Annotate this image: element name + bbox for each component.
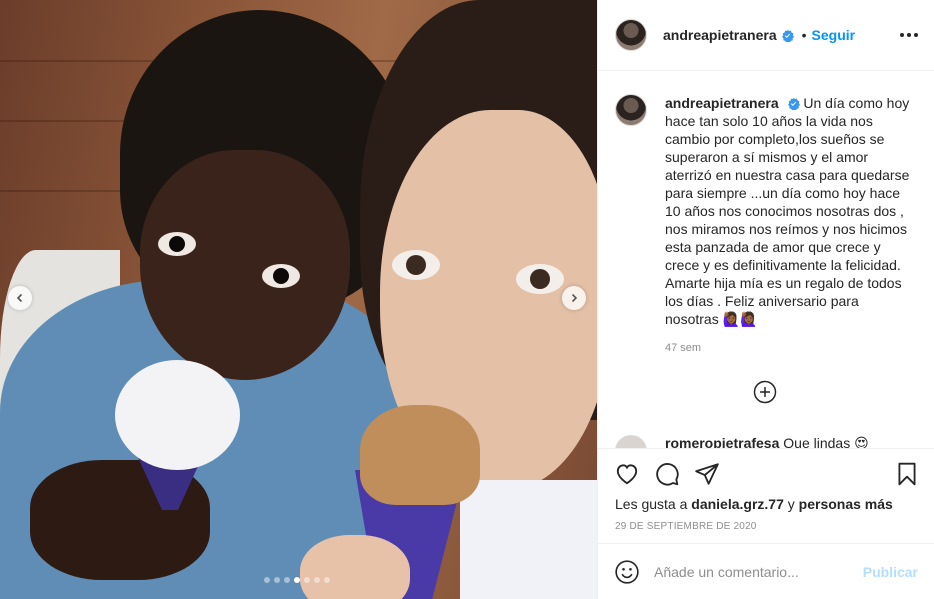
likes-summary: Les gusta a daniela.grz.77 y personas má… — [615, 496, 893, 512]
more-options-icon[interactable] — [900, 33, 918, 37]
photo-eye — [262, 264, 300, 288]
caption-text-block: andreapietranera Un día como hoy hace ta… — [665, 94, 910, 328]
verified-badge-icon — [781, 29, 794, 42]
add-comment-bar: Publicar — [598, 543, 934, 599]
carousel-prev-button[interactable] — [8, 286, 32, 310]
post-photo[interactable] — [0, 0, 597, 599]
photo-ice-cream-scoop — [360, 405, 480, 505]
carousel-dot — [304, 577, 310, 583]
caption: andreapietranera Un día como hoy hace ta… — [598, 72, 934, 328]
caption-age[interactable]: 47 sem — [665, 342, 934, 354]
carousel-dot — [324, 577, 330, 583]
likes-prefix: Les gusta a — [615, 496, 688, 512]
heart-icon[interactable] — [614, 461, 640, 487]
photo-hand — [300, 535, 410, 599]
post-details-panel: andreapietranera • Seguir andreapietrane… — [597, 0, 934, 599]
photo-eye — [516, 264, 564, 294]
comment-item: romeropietrafesa Que lindas 😍 — [615, 435, 869, 448]
caption-username[interactable]: andreapietranera — [665, 95, 779, 111]
caption-text: Un día como hoy hace tan solo 10 años la… — [665, 95, 910, 327]
bookmark-icon[interactable] — [894, 461, 920, 487]
post-header: andreapietranera • Seguir — [598, 0, 934, 71]
photo-eye — [392, 250, 440, 280]
likes-user-link[interactable]: daniela.grz.77 — [691, 496, 784, 512]
chevron-right-icon — [571, 293, 578, 303]
header-username[interactable]: andreapietranera — [663, 27, 777, 43]
comment-input[interactable] — [654, 563, 844, 580]
comment-text-block: romeropietrafesa Que lindas 😍 — [665, 435, 869, 448]
follow-button[interactable]: Seguir — [812, 27, 856, 43]
photo-ice-cream-scoop — [115, 360, 240, 470]
photo-girl-face — [140, 150, 350, 380]
header-separator: • — [801, 27, 807, 43]
carousel-indicator — [264, 577, 330, 583]
carousel-next-button[interactable] — [562, 286, 586, 310]
more-dot — [914, 33, 918, 37]
likes-others-link[interactable]: personas más — [799, 496, 893, 512]
avatar[interactable] — [615, 94, 647, 126]
carousel-dot — [284, 577, 290, 583]
avatar[interactable] — [615, 435, 647, 448]
more-dot — [907, 33, 911, 37]
publish-button[interactable]: Publicar — [863, 564, 918, 580]
chevron-left-icon — [16, 293, 23, 303]
verified-badge-icon — [787, 97, 800, 110]
photo-woman-top — [460, 480, 597, 599]
likes-connector: y — [787, 496, 795, 512]
comment-text: Que lindas 😍 — [783, 435, 869, 448]
photo-eye — [158, 232, 196, 256]
post-date[interactable]: 29 DE SEPTIEMBRE DE 2020 — [615, 521, 757, 532]
carousel-dot — [264, 577, 270, 583]
plus-circle-icon[interactable] — [753, 380, 777, 404]
smiley-icon[interactable] — [614, 559, 640, 585]
carousel-dot-active — [294, 577, 300, 583]
avatar[interactable] — [615, 19, 647, 51]
comment-username[interactable]: romeropietrafesa — [665, 435, 779, 448]
comments-area[interactable]: andreapietranera Un día como hoy hace ta… — [598, 72, 934, 448]
more-dot — [900, 33, 904, 37]
send-icon[interactable] — [694, 461, 720, 487]
action-bar — [598, 448, 934, 498]
carousel-dot — [274, 577, 280, 583]
comment-icon[interactable] — [654, 461, 680, 487]
carousel-dot — [314, 577, 320, 583]
